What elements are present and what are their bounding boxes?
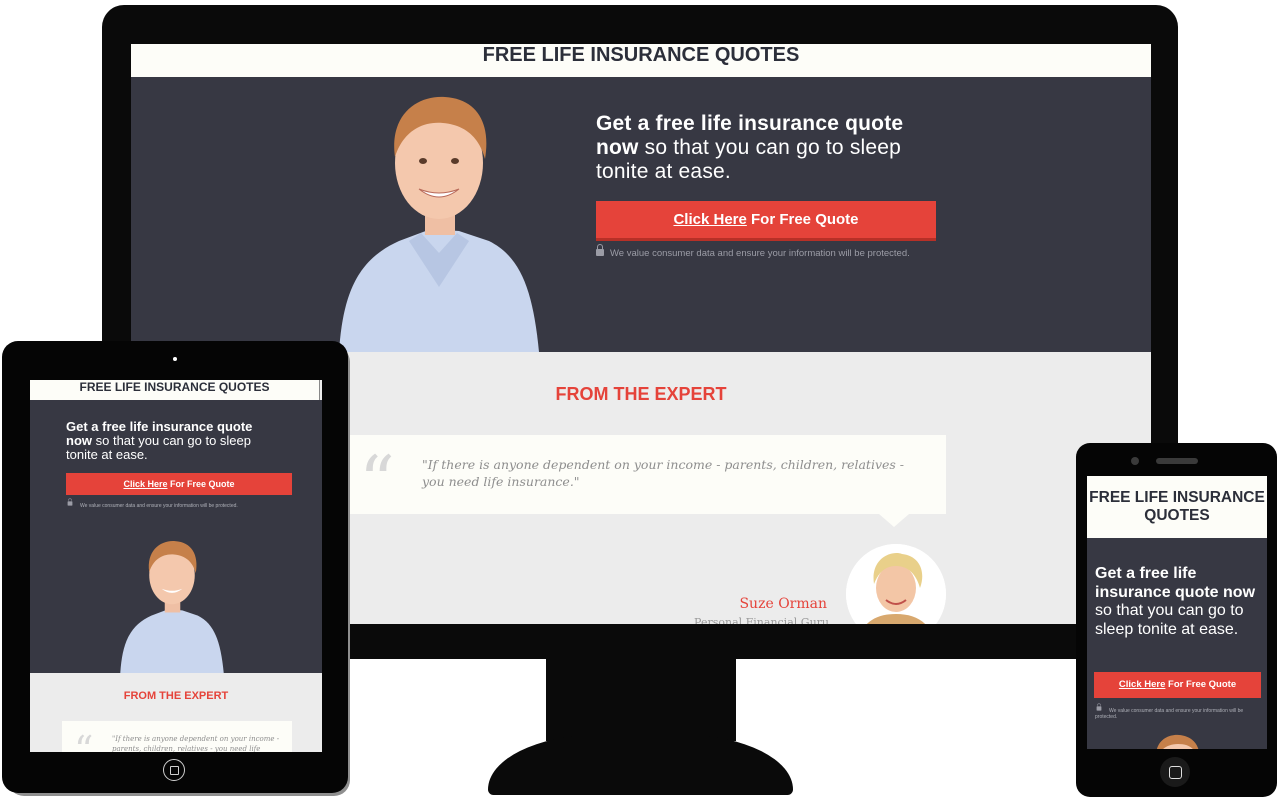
quote-icon: “ — [359, 441, 395, 523]
tablet-screen: FREE LIFE INSURANCE QUOTES Get a free li… — [30, 380, 322, 752]
free-quote-button[interactable]: Click Here For Free Quote — [66, 473, 292, 495]
expert-name: Suze Orman — [739, 596, 827, 612]
phone-home-button-icon[interactable] — [1160, 757, 1190, 787]
quote-text: "If there is anyone dependent on your in… — [112, 735, 280, 752]
hero-headline: Get a free life insurance quote now so t… — [596, 112, 904, 183]
privacy-note: We value consumer data and ensure your i… — [596, 244, 996, 261]
lock-icon — [1096, 703, 1102, 711]
lock-icon — [67, 498, 73, 506]
hero-section: Get a free life insurance quote now so t… — [131, 77, 1151, 352]
testimonial-quote: “ "If there is anyone dependent on your … — [62, 721, 292, 752]
page-title: FREE LIFE INSURANCE QUOTES — [131, 44, 1151, 77]
tablet-home-button-icon[interactable] — [163, 759, 185, 781]
tablet-camera — [173, 357, 177, 361]
person-photo — [120, 541, 224, 673]
hero-headline: Get a free life insurance quote now so t… — [66, 419, 253, 462]
quote-tail — [879, 514, 909, 527]
phone-camera — [1131, 457, 1139, 465]
quote-text: "If there is anyone dependent on your in… — [422, 457, 905, 489]
free-quote-button[interactable]: Click Here For Free Quote — [1094, 672, 1261, 698]
privacy-note: We value consumer data and ensure your i… — [1095, 703, 1244, 720]
free-quote-button[interactable]: Click Here For Free Quote — [596, 201, 936, 241]
click-here-link[interactable]: Click Here — [123, 479, 167, 489]
desktop-monitor-neck — [546, 655, 736, 741]
person-photo — [1157, 734, 1199, 749]
click-here-link[interactable]: Click Here — [673, 211, 746, 228]
person-photo — [339, 96, 539, 352]
privacy-note: We value consumer data and ensure your i… — [66, 498, 306, 510]
phone-screen: FREE LIFE INSURANCE QUOTES Get a free li… — [1087, 476, 1267, 749]
hero-section: Get a free life insurance quote now so t… — [30, 400, 322, 673]
quote-icon: “ — [74, 728, 94, 752]
expert-role: Personal Financial Guru — [694, 616, 829, 624]
testimonial-quote: “ "If there is anyone dependent on your … — [349, 435, 946, 523]
lock-icon — [596, 244, 604, 256]
expert-heading: FROM THE EXPERT — [123, 690, 229, 702]
desktop-monitor-base — [488, 735, 793, 795]
phone-speaker — [1156, 458, 1198, 464]
hero-headline: Get a free life insurance quote now so t… — [1095, 565, 1256, 638]
page-title: FREE LIFE INSURANCE QUOTES — [30, 380, 320, 400]
click-here-link[interactable]: Click Here — [1119, 679, 1165, 690]
hero-section: Get a free life insurance quote now so t… — [1087, 538, 1267, 749]
page-title: FREE LIFE INSURANCE QUOTES — [1087, 476, 1267, 538]
expert-avatar — [846, 544, 946, 624]
